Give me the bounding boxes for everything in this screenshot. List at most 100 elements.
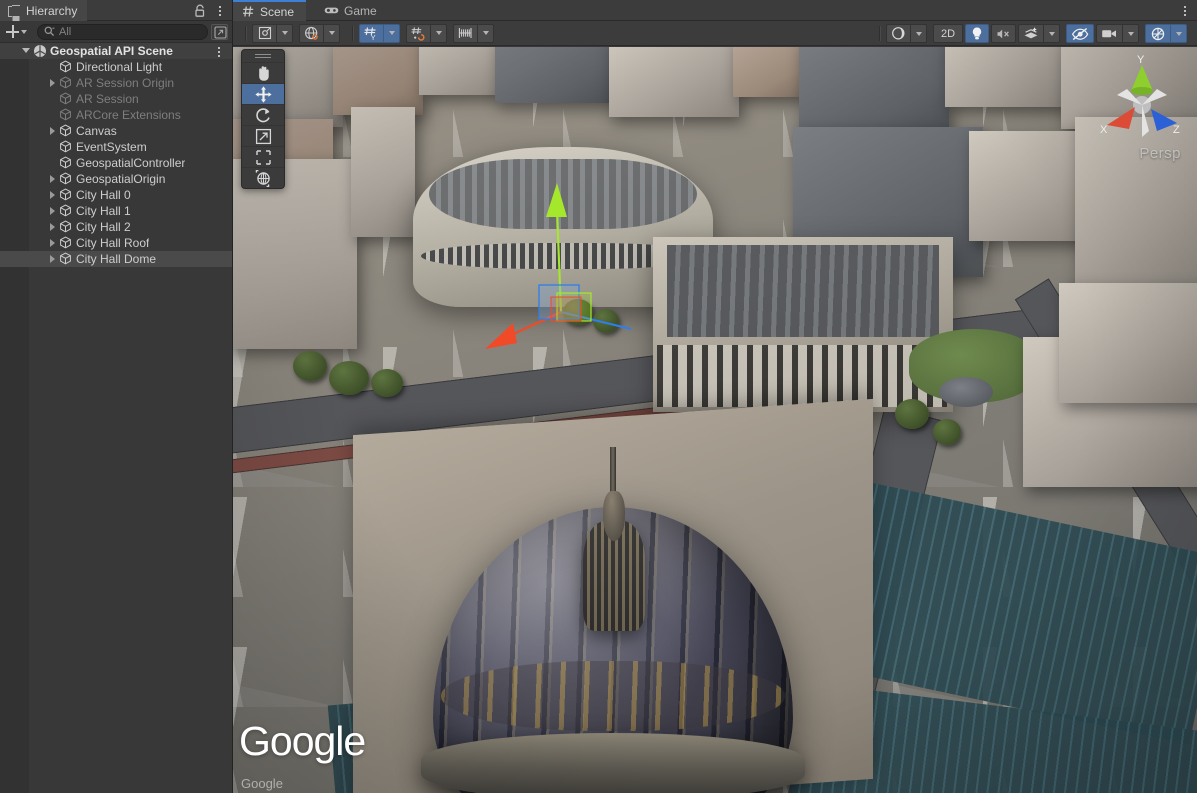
axis-x-cone[interactable] (1107, 107, 1135, 129)
hierarchy-row-label: Directional Light (76, 60, 162, 74)
hierarchy-search-field[interactable] (37, 24, 208, 40)
gizmos-toggle-button[interactable] (1145, 24, 1170, 43)
hierarchy-toolbar (0, 21, 232, 43)
scene-audio-button[interactable] (991, 24, 1016, 43)
grid-snap-dropdown[interactable] (383, 24, 400, 43)
search-input[interactable] (59, 25, 201, 39)
panel-popout-icon[interactable] (211, 24, 228, 40)
add-gameobject-button[interactable] (4, 23, 29, 41)
svg-text:Y: Y (371, 33, 376, 41)
scene-viewport[interactable]: Y X Z Persp Google Google (233, 47, 1197, 793)
2d-toggle-button[interactable]: 2D (933, 24, 963, 43)
hierarchy-item-city-hall-roof[interactable]: City Hall Roof (0, 235, 232, 251)
dome-base-ring (421, 733, 805, 793)
drag-handle-icon[interactable] (242, 50, 284, 62)
building (799, 47, 949, 133)
hierarchy-item-canvas[interactable]: Canvas (0, 123, 232, 139)
foldout-spacer (46, 155, 59, 171)
grid-visibility-button[interactable] (406, 24, 430, 43)
camera-settings-dropdown[interactable] (1122, 24, 1139, 43)
kebab-menu-icon (213, 3, 227, 18)
hierarchy-row-label: City Hall 2 (76, 220, 131, 234)
grid-snap-group: Y (359, 24, 403, 43)
gizmo-xz-plane-handle[interactable] (551, 297, 581, 321)
building (419, 47, 499, 95)
hierarchy-row-label: Canvas (76, 124, 117, 138)
hierarchy-row-label: City Hall 1 (76, 204, 131, 218)
lock-open-icon[interactable] (193, 3, 207, 18)
foldout-toggle[interactable] (46, 219, 59, 235)
scene-fx-dropdown[interactable] (1043, 24, 1060, 43)
hierarchy-rows: Geospatial API SceneDirectional LightAR … (0, 43, 232, 267)
hierarchy-item-arcore-extensions[interactable]: ARCore Extensions (0, 107, 232, 123)
tab-hierarchy-label: Hierarchy (26, 4, 77, 18)
lightbulb-icon (970, 26, 984, 41)
pivot-mode-button[interactable] (252, 24, 276, 43)
draw-mode-dropdown[interactable] (910, 24, 927, 43)
foldout-toggle[interactable] (46, 75, 59, 91)
scene-row-menu-button[interactable] (212, 44, 226, 59)
scene-lighting-button[interactable] (965, 24, 989, 43)
hierarchy-item-ar-session-origin[interactable]: AR Session Origin (0, 75, 232, 91)
gizmos-dropdown[interactable] (1170, 24, 1187, 43)
hierarchy-item-eventsystem[interactable]: EventSystem (0, 139, 232, 155)
hierarchy-item-geospatialorigin[interactable]: GeospatialOrigin (0, 171, 232, 187)
scene-tool-palette (241, 49, 285, 189)
gameobject-icon (59, 60, 74, 74)
hierarchy-row-label: GeospatialController (76, 156, 185, 170)
foldout-toggle[interactable] (46, 203, 59, 219)
move-gizmo[interactable] (483, 177, 653, 357)
hierarchy-item-city-hall-2[interactable]: City Hall 2 (0, 219, 232, 235)
draw-mode-button[interactable] (886, 24, 910, 43)
hierarchy-panel: Hierarchy (0, 0, 233, 793)
grid-snap-button[interactable]: Y (359, 24, 383, 43)
pivot-mode-dropdown[interactable] (276, 24, 293, 43)
chevron-down-icon (1049, 32, 1055, 36)
grid-visibility-dropdown[interactable] (430, 24, 447, 43)
increment-snap-group (453, 24, 497, 43)
hierarchy-tree[interactable]: Geospatial API SceneDirectional LightAR … (0, 43, 232, 793)
transform-icon (254, 169, 273, 188)
transform-tool-button[interactable] (242, 167, 284, 188)
hierarchy-item-city-hall-0[interactable]: City Hall 0 (0, 187, 232, 203)
hierarchy-item-geospatialcontroller[interactable]: GeospatialController (0, 155, 232, 171)
hierarchy-item-city-hall-1[interactable]: City Hall 1 (0, 203, 232, 219)
move-tool-button[interactable] (242, 83, 284, 104)
tab-hierarchy[interactable]: Hierarchy (0, 0, 87, 21)
unity-scene-icon (33, 44, 48, 58)
rect-tool-button[interactable] (242, 146, 284, 167)
foldout-toggle[interactable] (46, 171, 59, 187)
scene-menu-button[interactable] (1178, 3, 1192, 18)
foldout-toggle[interactable] (20, 43, 33, 59)
hierarchy-item-ar-session[interactable]: AR Session (0, 91, 232, 107)
foldout-toggle[interactable] (46, 251, 59, 267)
projection-mode-label[interactable]: Persp (1139, 145, 1181, 162)
hierarchy-item-directional-light[interactable]: Directional Light (0, 59, 232, 75)
hierarchy-row-label: GeospatialOrigin (76, 172, 165, 186)
hierarchy-item-city-hall-dome[interactable]: City Hall Dome (0, 251, 232, 267)
building (945, 47, 1065, 107)
foldout-toggle[interactable] (46, 187, 59, 203)
gameobject-icon (59, 156, 74, 170)
handle-space-button[interactable] (299, 24, 323, 43)
tab-scene[interactable]: Scene (233, 0, 306, 21)
foldout-toggle[interactable] (46, 235, 59, 251)
scene-fx-button[interactable] (1018, 24, 1043, 43)
tab-game[interactable]: Game (315, 0, 389, 21)
scale-icon (254, 127, 273, 146)
hierarchy-scene-root[interactable]: Geospatial API Scene (0, 43, 232, 59)
search-icon (44, 26, 55, 37)
scene-visibility-button[interactable] (1066, 24, 1094, 43)
axis-y-label: Y (1137, 54, 1145, 66)
gizmo-y-arrow[interactable] (546, 183, 567, 217)
foldout-toggle[interactable] (46, 123, 59, 139)
rotate-tool-button[interactable] (242, 104, 284, 125)
increment-snap-dropdown[interactable] (477, 24, 494, 43)
scale-tool-button[interactable] (242, 125, 284, 146)
hand-tool-button[interactable] (242, 62, 284, 83)
camera-settings-button[interactable] (1096, 24, 1122, 43)
gizmo-x-arrow[interactable] (485, 323, 517, 349)
handle-space-dropdown[interactable] (323, 24, 340, 43)
hierarchy-menu-button[interactable] (213, 3, 227, 18)
increment-snap-button[interactable] (453, 24, 477, 43)
